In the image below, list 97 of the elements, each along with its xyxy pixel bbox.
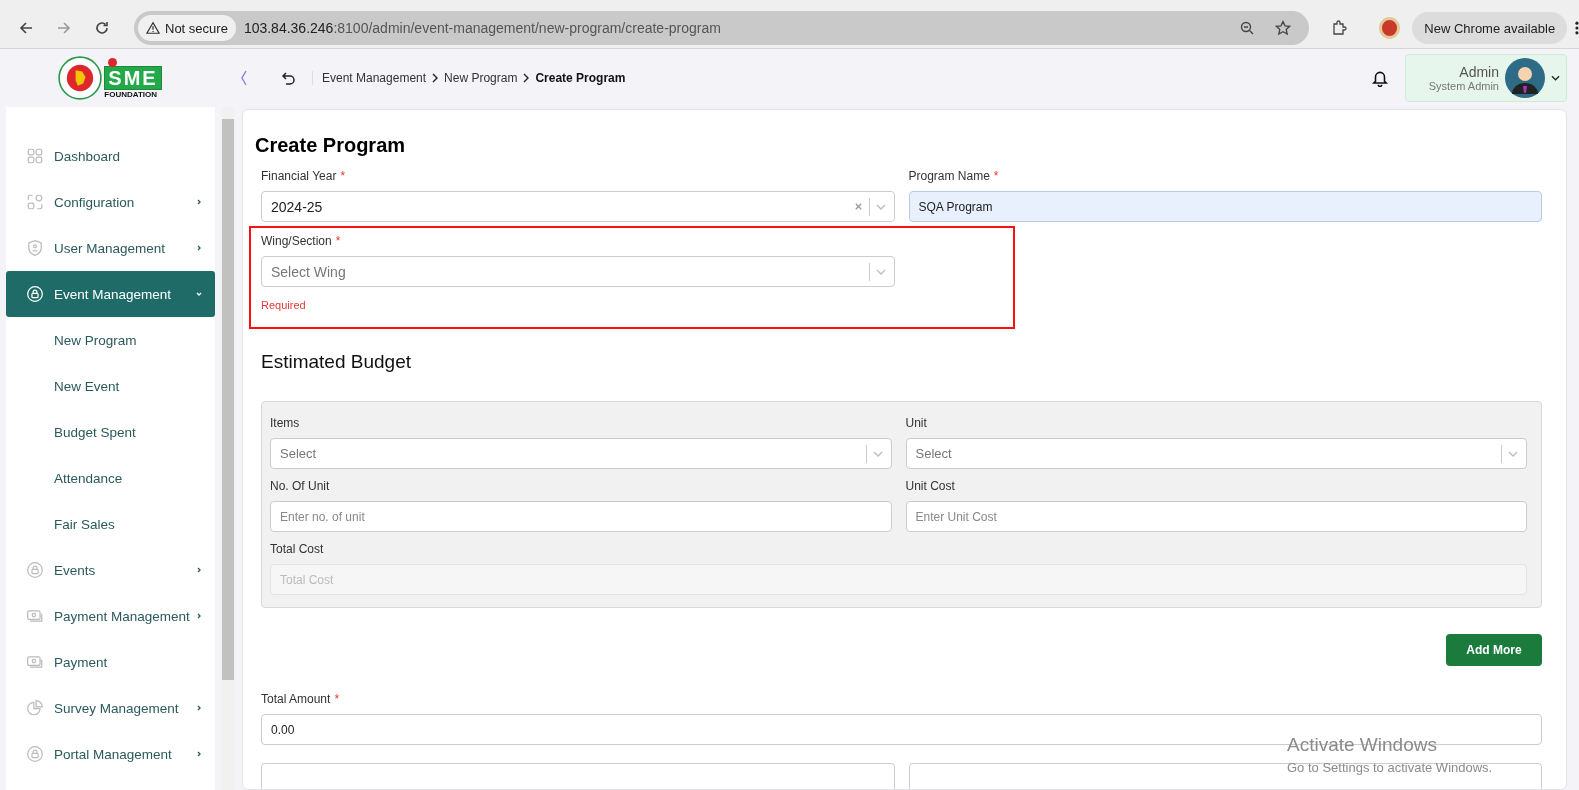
chevron-icon bbox=[195, 290, 203, 298]
puzzle-icon[interactable] bbox=[1330, 20, 1347, 36]
emblem-icon bbox=[58, 56, 103, 100]
error-message: Required bbox=[261, 299, 307, 311]
lock-icon bbox=[26, 285, 44, 303]
field-label: Total Amount bbox=[261, 692, 331, 706]
address-bar[interactable]: Not secure 103.84.36.246:8100/admin/event-management/new-program/create-program bbox=[134, 11, 1309, 45]
section-title: Estimated Budget bbox=[261, 351, 412, 373]
submenu-item[interactable]: New Program bbox=[6, 317, 215, 363]
chevron-icon bbox=[195, 244, 203, 252]
select-field[interactable]: Select bbox=[905, 438, 1527, 469]
pie-chart-icon bbox=[26, 699, 44, 717]
sidebar-item[interactable]: User Management bbox=[6, 225, 215, 271]
required-mark: * bbox=[334, 692, 340, 706]
sidebar-item[interactable]: Event Management bbox=[6, 271, 215, 317]
submenu-item[interactable]: Fair Sales bbox=[6, 501, 215, 547]
breadcrumb-link[interactable]: Event Management bbox=[322, 71, 427, 85]
shield-icon bbox=[26, 239, 44, 257]
submenu-item[interactable]: New Event bbox=[6, 363, 215, 409]
breadcrumb-link[interactable]: New Program bbox=[444, 71, 518, 85]
required-mark: * bbox=[993, 169, 999, 183]
field-label: Items bbox=[270, 416, 300, 430]
sidebar-item[interactable]: Payment bbox=[6, 639, 215, 685]
profile-avatar[interactable] bbox=[1378, 17, 1401, 39]
sidebar-item[interactable]: Portal Management bbox=[6, 731, 215, 777]
sidebar-label: Survey Management bbox=[54, 700, 180, 716]
submenu-item[interactable]: Budget Spent bbox=[6, 409, 215, 455]
reload-icon[interactable] bbox=[94, 20, 110, 36]
warning-icon bbox=[146, 21, 160, 35]
field-label: Program Name bbox=[908, 169, 990, 183]
required-mark: * bbox=[335, 234, 341, 248]
chevron-down-icon bbox=[872, 450, 883, 457]
sidebar-label: Payment Management bbox=[54, 608, 191, 624]
sidebar-label: Configuration bbox=[54, 194, 136, 210]
select-field[interactable]: 2024-25 bbox=[261, 191, 895, 222]
sidebar-label: User Management bbox=[54, 240, 167, 256]
chevron-icon bbox=[523, 73, 530, 83]
chevron-icon bbox=[195, 566, 203, 574]
scrollbar[interactable] bbox=[221, 107, 235, 790]
input-field[interactable]: Enter Unit Cost bbox=[905, 501, 1527, 532]
back-icon[interactable] bbox=[18, 20, 34, 36]
field-label: Wing/Section bbox=[261, 234, 332, 248]
chevron-icon bbox=[195, 704, 203, 712]
sidebar-item[interactable]: Dashboard bbox=[6, 133, 215, 179]
select-field[interactable]: Select bbox=[270, 438, 892, 469]
chevron-down-icon bbox=[1508, 450, 1518, 457]
add-more-button[interactable]: Add More bbox=[1446, 634, 1542, 666]
sidebar-item[interactable]: Configuration bbox=[6, 179, 215, 225]
field-label: Unit Cost bbox=[905, 479, 955, 493]
undo-icon[interactable] bbox=[280, 70, 296, 86]
clear-icon[interactable] bbox=[853, 202, 863, 211]
select-field[interactable]: Select Wing bbox=[261, 256, 895, 287]
chevron-icon bbox=[195, 612, 203, 620]
more-icon[interactable] bbox=[1575, 20, 1579, 36]
field-label: Financial Year bbox=[261, 169, 337, 183]
chevron-icon bbox=[195, 750, 203, 758]
chevron-icon bbox=[432, 73, 439, 83]
sidebar-item[interactable]: Payment Management bbox=[6, 593, 215, 639]
activation-text: Go to Settings to activate Windows. bbox=[1287, 760, 1493, 775]
zoom-out-icon[interactable] bbox=[1238, 20, 1255, 36]
sidebar-label: Payment bbox=[54, 654, 109, 670]
submenu-item[interactable]: Attendance bbox=[6, 455, 215, 501]
avatar-icon bbox=[1505, 58, 1545, 98]
sidebar-label: Events bbox=[54, 562, 97, 578]
star-icon[interactable] bbox=[1274, 20, 1291, 36]
sidebar-label: Event Management bbox=[54, 286, 173, 302]
lock-icon bbox=[26, 745, 44, 763]
sidebar-item[interactable]: Events bbox=[6, 547, 215, 593]
security-chip[interactable]: Not secure bbox=[138, 15, 236, 41]
sidebar-label: Portal Management bbox=[54, 746, 173, 762]
required-mark: * bbox=[340, 169, 346, 183]
input-field[interactable]: Enter no. of unit bbox=[270, 501, 892, 532]
field-label: No. Of Unit bbox=[270, 479, 330, 493]
caret-icon bbox=[1551, 75, 1560, 81]
input-field[interactable] bbox=[908, 763, 1542, 789]
field-label: Total Cost bbox=[270, 542, 324, 556]
input-field[interactable]: SQA Program bbox=[908, 191, 1542, 222]
bell-icon[interactable] bbox=[1371, 69, 1389, 87]
chevron-down-icon bbox=[875, 203, 886, 210]
update-button[interactable]: New Chrome available bbox=[1412, 12, 1568, 44]
cash-icon bbox=[26, 653, 44, 671]
chevron-icon bbox=[195, 198, 203, 206]
chevron-down-icon bbox=[875, 268, 886, 275]
breadcrumb-current: Create Program bbox=[535, 71, 626, 85]
collapse-icon[interactable] bbox=[240, 70, 248, 86]
shapes-icon bbox=[26, 193, 44, 211]
grid-icon bbox=[26, 147, 44, 165]
sme-logo: SME FOUNDATION bbox=[104, 57, 162, 99]
field-label: Unit bbox=[905, 416, 927, 430]
page-title: Create Program bbox=[255, 134, 407, 157]
cash-icon bbox=[26, 607, 44, 625]
input-field[interactable] bbox=[261, 763, 895, 789]
lock-icon bbox=[26, 561, 44, 579]
user-menu[interactable]: Admin System Admin bbox=[1405, 54, 1567, 102]
sidebar-item[interactable]: Survey Management bbox=[6, 685, 215, 731]
sidebar-label: Dashboard bbox=[54, 148, 122, 164]
url-text: 103.84.36.246:8100/admin/event-management/new-program/create-program bbox=[243, 20, 721, 36]
